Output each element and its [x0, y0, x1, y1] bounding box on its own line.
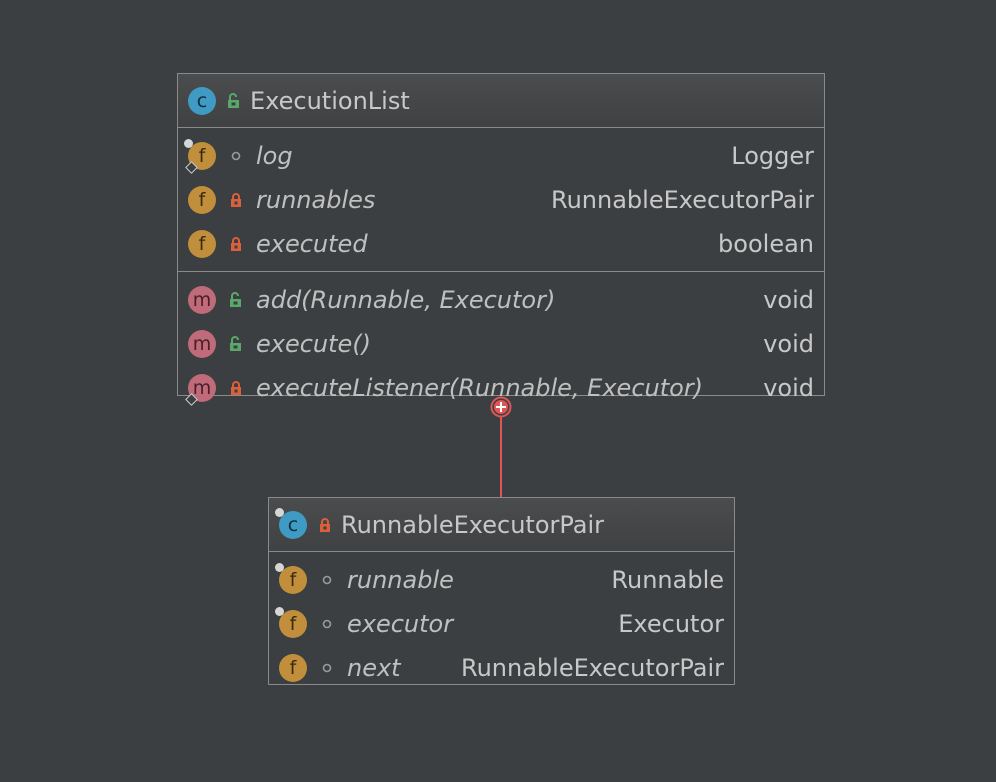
field-icon: f — [275, 563, 307, 594]
field-row-runnable[interactable]: f runnable Runnable — [269, 558, 734, 602]
final-pin-icon — [275, 607, 284, 616]
field-icon: f — [279, 654, 307, 682]
fields-section: f runnable Runnable f executor Executor … — [269, 552, 734, 695]
package-visibility-icon — [319, 616, 335, 632]
field-row-next[interactable]: f next RunnableExecutorPair — [269, 646, 734, 690]
field-type: Executor — [618, 610, 724, 638]
class-header: c RunnableExecutorPair — [269, 498, 734, 552]
field-name: next — [347, 654, 401, 682]
package-visibility-icon — [319, 572, 335, 588]
field-name: executor — [347, 610, 454, 638]
field-type: RunnableExecutorPair — [460, 654, 724, 682]
class-name: RunnableExecutorPair — [341, 510, 605, 539]
final-pin-icon — [275, 563, 284, 572]
static-pin-icon — [275, 507, 284, 517]
package-visibility-icon — [319, 660, 335, 676]
field-icon: f — [275, 607, 307, 638]
field-type: Runnable — [611, 566, 724, 594]
field-name: runnable — [347, 566, 454, 594]
field-row-executor[interactable]: f executor Executor — [269, 602, 734, 646]
class-box-runnableexecutorpair[interactable]: c RunnableExecutorPair f runnable Runnab… — [268, 497, 735, 685]
private-lock-icon — [317, 517, 333, 533]
static-class-icon: c — [275, 507, 307, 539]
